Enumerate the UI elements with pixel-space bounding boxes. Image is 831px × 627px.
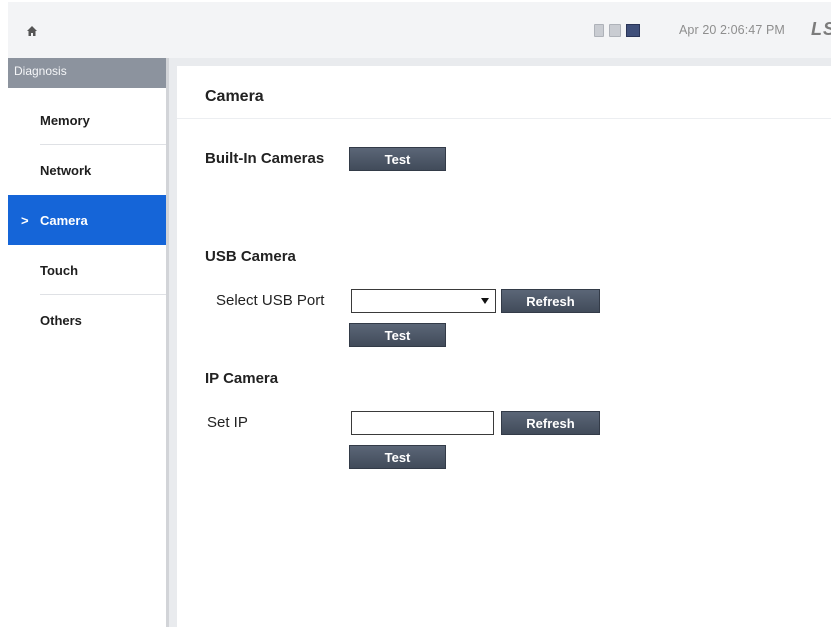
set-ip-label: Set IP (207, 414, 248, 431)
dropdown-arrow-icon (481, 298, 489, 304)
sidebar-item-network[interactable]: Network (8, 145, 166, 195)
sidebar-item-memory[interactable]: Memory (8, 95, 166, 145)
camera-panel: Camera Built-In Cameras Test USB Camera … (177, 66, 831, 627)
home-button[interactable] (22, 22, 42, 40)
usb-port-select[interactable] (351, 289, 496, 313)
status-icons (594, 24, 640, 37)
sidebar-item-label: Network (40, 162, 92, 178)
top-bar: Apr 20 2:06:47 PM LS (8, 2, 831, 58)
sidebar-item-others[interactable]: Others (8, 295, 166, 345)
clock: Apr 20 2:06:47 PM (679, 23, 785, 37)
main-area: Camera Built-In Cameras Test USB Camera … (169, 58, 831, 627)
sidebar-item-touch[interactable]: Touch (8, 245, 166, 295)
storage-icon (609, 24, 621, 37)
usb-test-button[interactable]: Test (349, 323, 446, 347)
ip-address-input[interactable] (351, 411, 494, 435)
chevron-right-icon: > (21, 212, 29, 228)
sidebar-item-label: Touch (40, 262, 79, 278)
ip-test-button[interactable]: Test (349, 445, 446, 469)
sidebar-item-camera[interactable]: > Camera (8, 195, 166, 245)
divider (177, 118, 831, 119)
sidebar-item-label: Camera (40, 212, 88, 228)
sidebar-header: Diagnosis (8, 58, 166, 88)
sidebar-item-label: Others (40, 312, 82, 328)
builtin-test-button[interactable]: Test (349, 147, 446, 171)
home-icon (27, 26, 37, 36)
usb-camera-label: USB Camera (205, 248, 296, 265)
sidebar: Diagnosis Memory Network > Camera Touch … (8, 58, 169, 627)
sidebar-item-label: Memory (40, 112, 90, 128)
network-icon (626, 24, 640, 37)
page-title: Camera (205, 88, 264, 105)
builtin-cameras-label: Built-In Cameras (205, 150, 325, 167)
brand-logo: LS (811, 19, 831, 39)
ip-camera-label: IP Camera (205, 370, 279, 387)
usb-port-label: Select USB Port (216, 292, 325, 309)
sidebar-nav: Memory Network > Camera Touch Others (8, 95, 166, 345)
sd-card-icon (594, 24, 604, 37)
ip-refresh-button[interactable]: Refresh (501, 411, 600, 435)
usb-refresh-button[interactable]: Refresh (501, 289, 600, 313)
